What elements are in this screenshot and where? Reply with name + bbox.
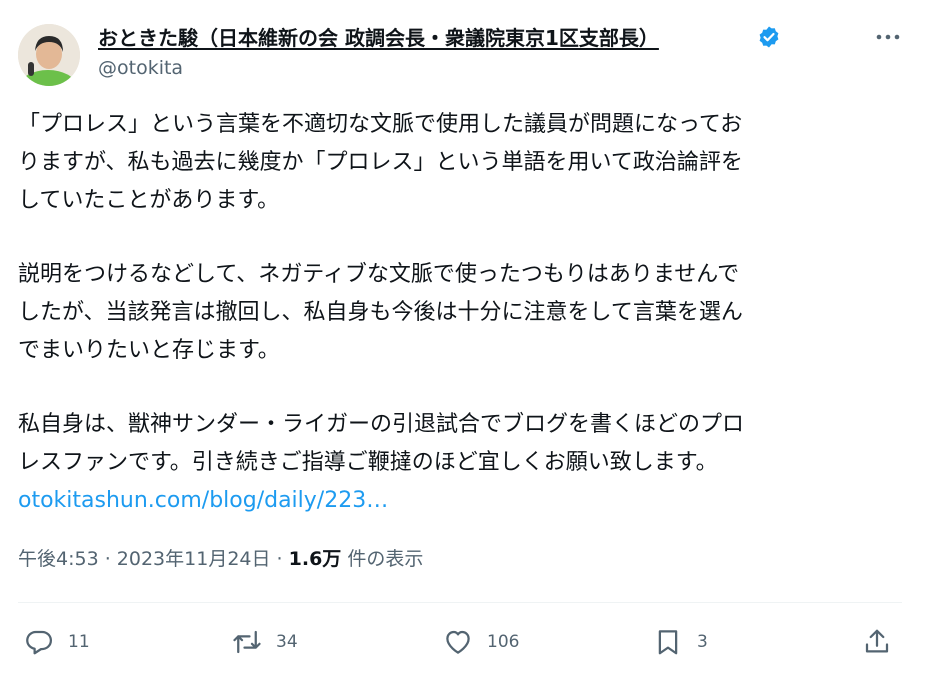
tweet-paragraph: 説明をつけるなどして、ネガティブな文脈で使ったつもりはありませんで したが、当該… bbox=[18, 262, 743, 363]
bookmark-count: 3 bbox=[697, 632, 708, 652]
divider bbox=[18, 602, 902, 603]
avatar[interactable] bbox=[18, 24, 80, 86]
view-count-label: 件の表示 bbox=[341, 548, 424, 570]
like-button[interactable]: 106 bbox=[443, 624, 519, 660]
tweet-link[interactable]: otokitashun.com/blog/daily/223… bbox=[18, 482, 908, 520]
tweet-text: 「プロレス」という言葉を不適切な文脈で使用した議員が問題になってお りますが、私… bbox=[18, 106, 908, 520]
tweet-paragraph: 私自身は、獣神サンダー・ライガーの引退試合でブログを書くほどのプロ レスファンで… bbox=[18, 412, 745, 475]
view-count: 1.6万 bbox=[288, 548, 342, 570]
bookmark-button[interactable]: 3 bbox=[653, 624, 708, 660]
like-count: 106 bbox=[487, 632, 520, 652]
author-display-name[interactable]: おときた駿（日本維新の会 政調会長・衆議院東京1区支部長） bbox=[98, 22, 659, 51]
author-handle[interactable]: @otokita bbox=[98, 57, 183, 79]
reply-icon bbox=[26, 630, 52, 655]
reply-button[interactable]: 11 bbox=[24, 624, 90, 660]
tweet-paragraph: 「プロレス」という言葉を不適切な文脈で使用した議員が問題になってお りますが、私… bbox=[18, 112, 743, 213]
bookmark-icon bbox=[658, 630, 678, 655]
like-icon bbox=[446, 630, 470, 654]
repost-icon bbox=[233, 630, 261, 654]
timestamp[interactable]: 午後4:53 · 2023年11月24日 · bbox=[18, 548, 289, 570]
verified-icon[interactable] bbox=[757, 25, 781, 49]
repost-button[interactable]: 34 bbox=[232, 624, 298, 660]
tweet-meta: 午後4:53 · 2023年11月24日 · 1.6万 件の表示 bbox=[18, 544, 423, 571]
share-icon bbox=[865, 629, 889, 653]
reply-count: 11 bbox=[68, 632, 90, 652]
share-button[interactable] bbox=[862, 624, 906, 660]
more-icon[interactable] bbox=[874, 27, 902, 47]
repost-count: 34 bbox=[276, 632, 298, 652]
